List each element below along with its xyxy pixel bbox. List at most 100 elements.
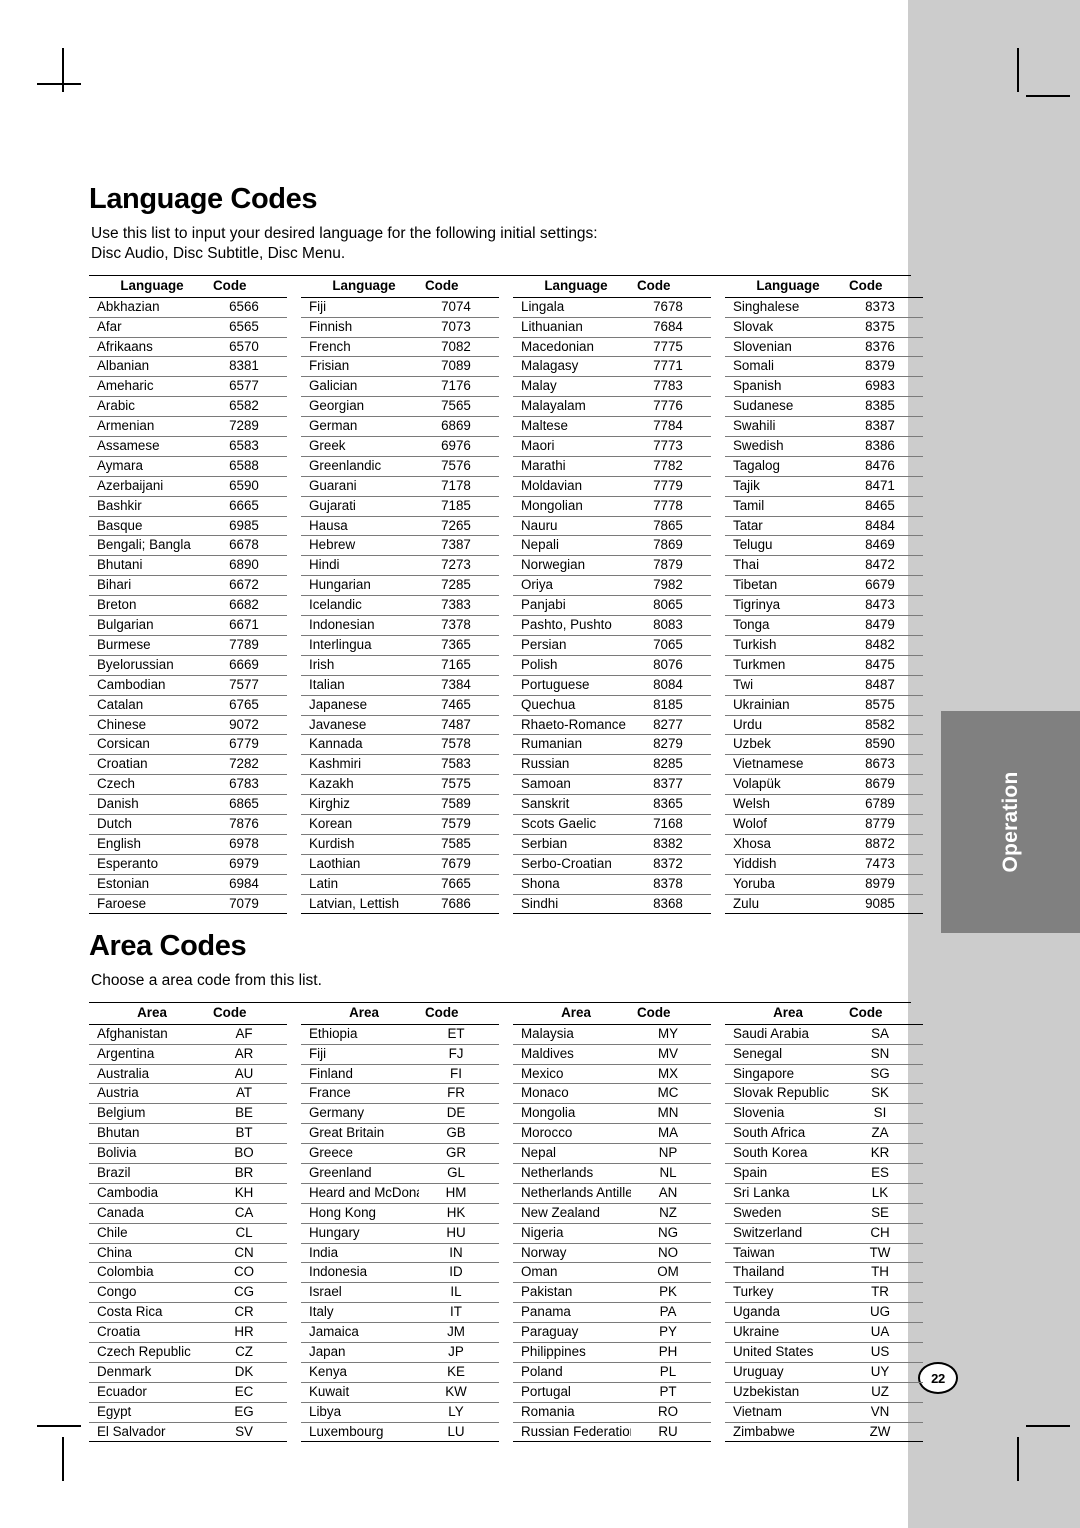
cell-code: 9085 [843,894,923,915]
cell-code: 6978 [207,834,287,855]
cell-name: Hebrew [301,535,419,557]
cell-name: Zulu [725,894,843,915]
table-row: Singapore SG [725,1064,923,1085]
table-row: Telugu 8469 [725,535,923,557]
cell-name: Senegal [725,1044,843,1065]
cell-code: SA [843,1024,923,1045]
table-row: Estonian 6984 [89,874,287,895]
language-subtable: Language Code Lingala 7678 Lithuanian 7684 Mac… [513,275,711,915]
table-row: Aymara 6588 [89,456,287,477]
page-content: Language Codes Use this list to input yo… [89,183,923,1444]
language-subtable: Language Code Abkhazian 6566 Afar 6565 Afrikaa… [89,275,287,915]
table-row: Netherlands Antilles AN [513,1183,711,1204]
cell-name: Lithuanian [513,317,631,338]
cell-name: Austria [89,1083,207,1105]
cell-name: Vietnam [725,1402,843,1423]
cell-code: 6976 [419,436,499,457]
table-row: Kurdish 7585 [301,834,499,855]
table-row: Hebrew 7387 [301,535,499,557]
cell-code: 7665 [419,874,499,895]
cell-code: 6671 [207,615,287,636]
column-header-name: Area [89,1002,207,1025]
cell-code: RU [631,1422,711,1443]
cell-code: 7775 [631,337,711,358]
cell-name: Bengali; Bangla [89,535,207,557]
table-row: Welsh 6789 [725,794,923,815]
language-codes-title: Language Codes [89,183,318,215]
table-row: Laothian 7679 [301,854,499,875]
table-row: Burmese 7789 [89,635,287,656]
table-row: Uzbek 8590 [725,734,923,756]
cell-code: FI [419,1064,499,1085]
table-row: Sanskrit 8365 [513,794,711,815]
cell-code: 8279 [631,734,711,756]
cell-name: Assamese [89,436,207,457]
page-root: Operation 22 Language Codes Use this lis… [0,0,1080,1528]
table-row: Greek 6976 [301,436,499,457]
cell-name: China [89,1243,207,1264]
area-subtable: Area Code Afghanistan AF Argentina AR Australi… [89,1002,287,1443]
cell-code: CO [207,1262,287,1284]
table-row: Bhutani 6890 [89,555,287,577]
table-row: Libya LY [301,1402,499,1423]
table-row: Hausa 7265 [301,516,499,537]
crop-mark-top-right-vertical [1017,48,1019,92]
table-row: Mongolian 7778 [513,496,711,517]
cell-code: 8382 [631,834,711,855]
cell-code: 7982 [631,575,711,597]
cell-name: Quechua [513,695,631,716]
cell-name: Maltese [513,416,631,438]
cell-name: Taiwan [725,1243,843,1264]
cell-code: AN [631,1183,711,1204]
cell-code: 8979 [843,874,923,895]
cell-name: Tibetan [725,575,843,597]
cell-name: Croatian [89,754,207,776]
cell-name: Danish [89,794,207,815]
column-header-name: Language [89,275,207,298]
table-row: Nigeria NG [513,1223,711,1244]
cell-code: GR [419,1143,499,1164]
area-subtable: Area Code Saudi Arabia SA Senegal SN Singapore… [725,1002,923,1443]
cell-code: NP [631,1143,711,1164]
cell-name: Volapük [725,774,843,796]
cell-name: Polish [513,655,631,676]
cell-name: Malayalam [513,396,631,418]
cell-name: Tigrinya [725,595,843,617]
cell-name: Faroese [89,894,207,915]
table-row: Dutch 7876 [89,814,287,835]
table-row: Senegal SN [725,1044,923,1065]
cell-name: Heard and McDonald Islands [301,1183,419,1204]
crop-mark-bottom-left-horizontal [37,1425,81,1427]
cell-code: 7579 [419,814,499,835]
cell-code: KH [207,1183,287,1204]
table-row: Tajik 8471 [725,476,923,497]
cell-name: Czech Republic [89,1342,207,1363]
cell-name: Thailand [725,1262,843,1284]
cell-code: 8469 [843,535,923,557]
cell-code: 8484 [843,516,923,537]
cell-name: Kurdish [301,834,419,855]
table-row: New Zealand NZ [513,1203,711,1224]
cell-code: IN [419,1243,499,1264]
cell-name: Estonian [89,874,207,895]
table-row: El Salvador SV [89,1422,287,1443]
cell-code: CA [207,1203,287,1224]
cell-code: ES [843,1163,923,1184]
table-row: Macedonian 7775 [513,337,711,358]
cell-code: HU [419,1223,499,1244]
cell-name: Finland [301,1064,419,1085]
cell-name: Oriya [513,575,631,597]
cell-code: CL [207,1223,287,1244]
table-row: Tatar 8484 [725,516,923,537]
cell-code: HM [419,1183,499,1204]
cell-name: Canada [89,1203,207,1224]
cell-code: 8083 [631,615,711,636]
table-row: Shona 8378 [513,874,711,895]
table-row: Arabic 6582 [89,396,287,418]
cell-name: Belgium [89,1103,207,1125]
area-codes-table: Area Code Afghanistan AF Argentina AR Australi… [89,1001,923,1443]
table-row: Belgium BE [89,1103,287,1125]
crop-mark-bottom-right-vertical [1017,1437,1019,1481]
cell-code: 6582 [207,396,287,418]
cell-code: MA [631,1123,711,1145]
